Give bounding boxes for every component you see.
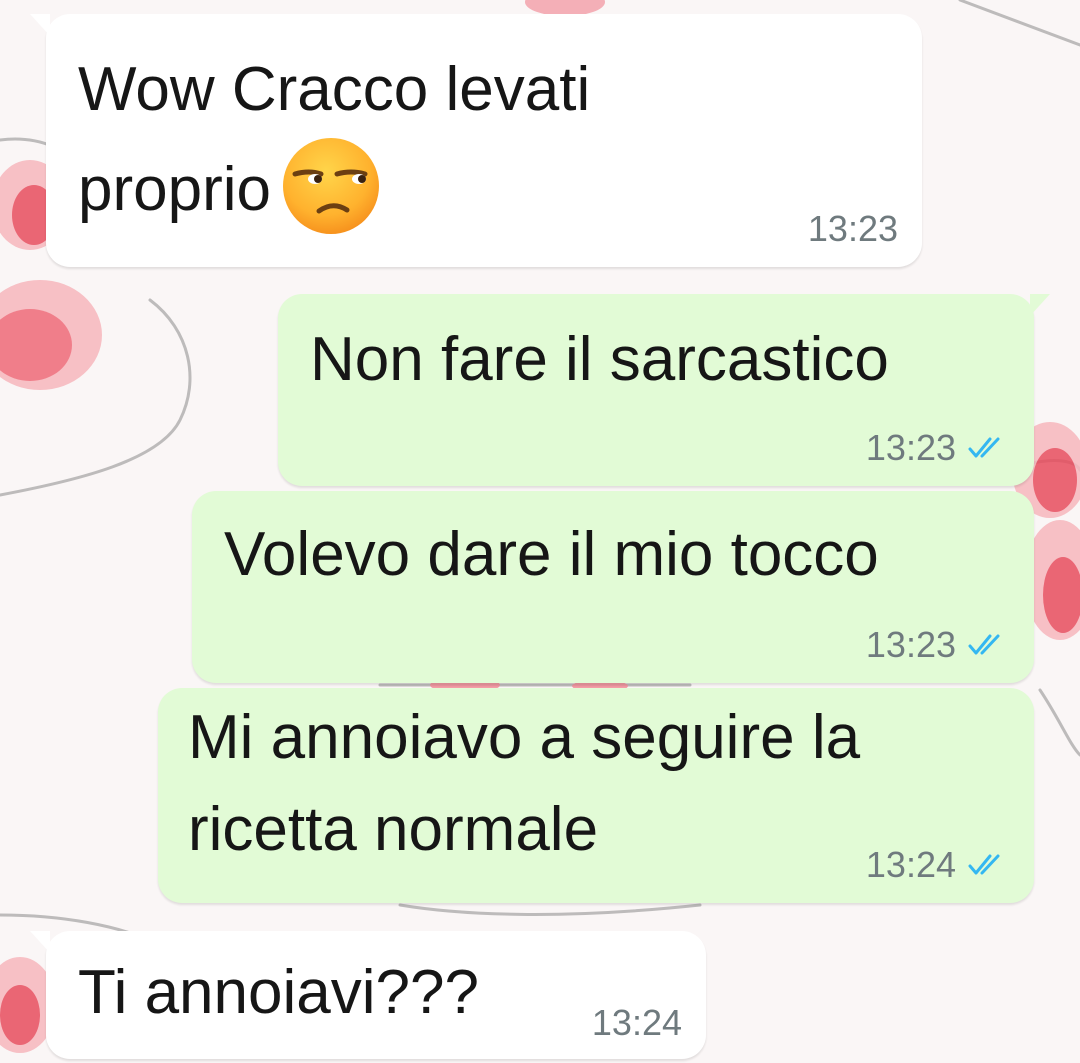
message-timestamp: 13:24: [591, 1002, 682, 1043]
double-check-read-icon: [968, 634, 1000, 655]
unamused-face-icon: [283, 137, 379, 234]
message-meta: 13:23: [866, 428, 1008, 468]
message-meta: 13:23: [866, 625, 1008, 665]
message-bubble-incoming[interactable]: Ti annoiavi??? 13:24: [30, 931, 706, 1059]
message-text: Volevo dare il mio tocco: [224, 520, 879, 589]
message-timestamp: 13:24: [865, 844, 956, 885]
message-text: Mi annoiavo a seguire la ricetta normale: [188, 703, 861, 864]
message-text: Ti annoiavi???: [78, 958, 479, 1027]
message-bubble-outgoing[interactable]: Non fare il sarcastico 13:23: [278, 294, 1050, 486]
message-bubble-outgoing[interactable]: Mi annoiavo a seguire la ricetta normale…: [158, 688, 1034, 903]
message-bubble-outgoing[interactable]: Volevo dare il mio tocco 13:23: [192, 491, 1034, 683]
bubble-tail: [1030, 294, 1050, 316]
message-timestamp: 13:23: [865, 624, 956, 665]
message-meta: 13:24: [866, 845, 1008, 885]
message-text: Non fare il sarcastico: [310, 325, 889, 394]
message-meta: 13:24: [592, 1003, 682, 1043]
message-bubble-incoming[interactable]: Wow Cracco levati proprio 13:23: [30, 14, 922, 267]
message-timestamp: 13:23: [865, 427, 956, 468]
message-timestamp: 13:23: [807, 208, 898, 249]
bubble-tail: [30, 931, 50, 953]
bubble-tail: [30, 14, 50, 36]
message-text: Wow Cracco levati proprio: [78, 40, 878, 244]
double-check-read-icon: [968, 437, 1000, 458]
message-meta: 13:23: [808, 209, 898, 249]
double-check-read-icon: [968, 854, 1000, 875]
